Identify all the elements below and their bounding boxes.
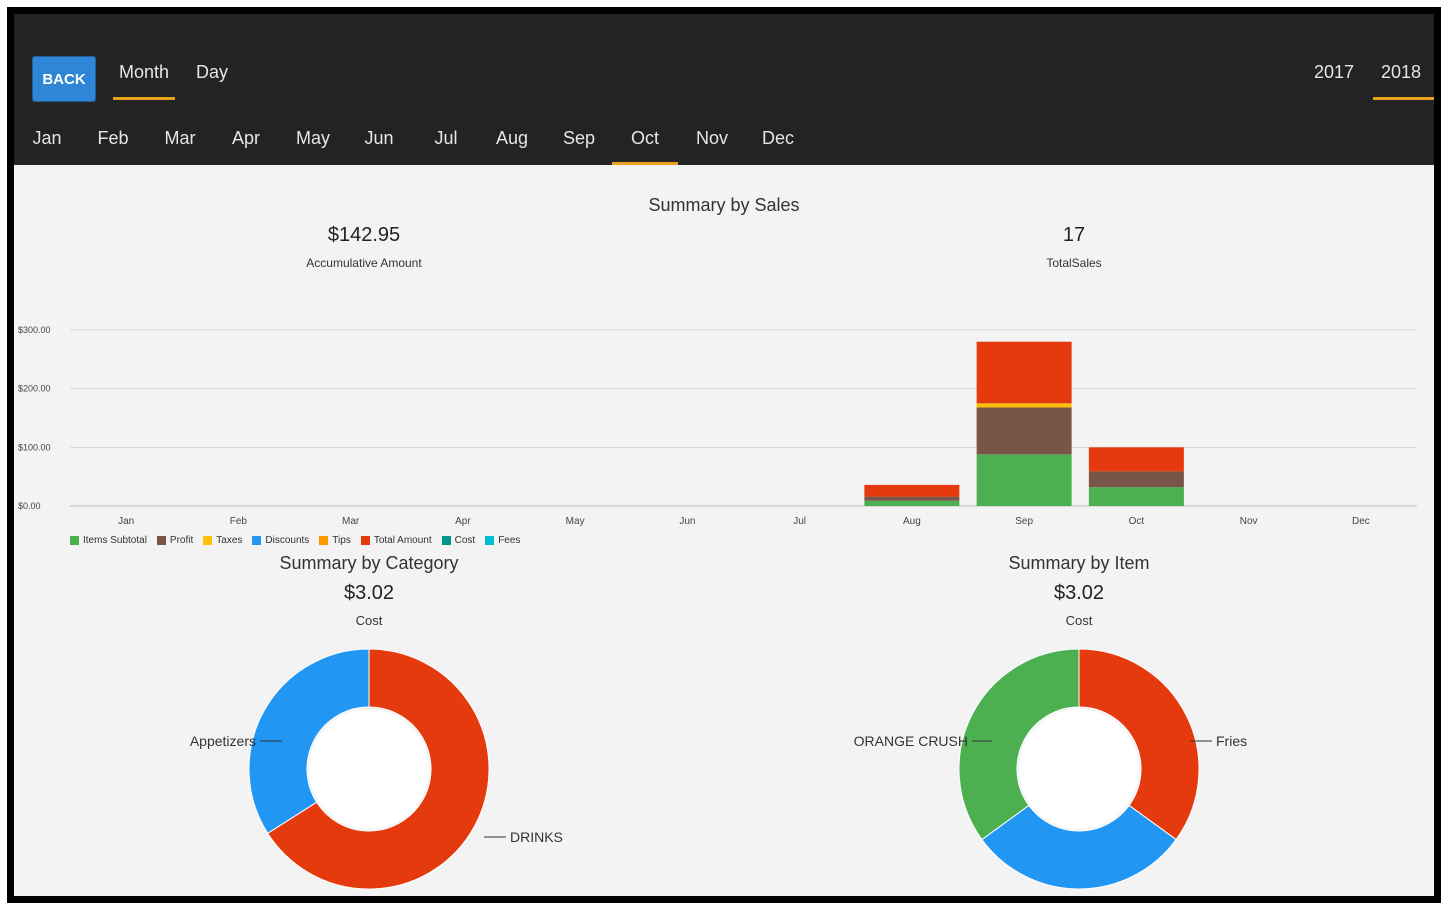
x-tick-label: May: [566, 516, 585, 527]
bar-segment-profit[interactable]: [976, 407, 1072, 455]
item-cost-label: Cost: [1065, 613, 1093, 628]
dashboard-frame: BACK Month Day 2017 2018 Jan Feb Mar Apr…: [7, 7, 1441, 903]
month-tab-mar[interactable]: Mar: [147, 128, 213, 165]
legend-label: Discounts: [265, 535, 310, 546]
total-sales-label: TotalSales: [1046, 256, 1102, 270]
month-tab-jun[interactable]: Jun: [346, 128, 412, 165]
month-tabs: Jan Feb Mar Apr May Jun Jul Aug Sep Oct …: [14, 122, 834, 165]
slice-label: Appetizers: [190, 733, 256, 749]
legend-swatch: [252, 536, 262, 545]
month-tab-jan[interactable]: Jan: [14, 128, 80, 165]
year-tab-2018[interactable]: 2018: [1372, 62, 1434, 100]
y-tick-label: $0.00: [18, 501, 41, 511]
item-donut-chart: Fries BLUE CRUSH ORANGE CRUSH: [854, 648, 1247, 903]
sales-summary-title: Summary by Sales: [648, 195, 800, 215]
bar-segment-items-subtotal[interactable]: [976, 454, 1072, 506]
legend-item[interactable]: Taxes: [203, 535, 242, 546]
accumulative-amount-value: $142.95: [327, 224, 401, 246]
x-tick-label: Aug: [903, 516, 921, 527]
bar-segment-items-subtotal[interactable]: [864, 500, 960, 506]
x-tick-label: Feb: [230, 516, 248, 527]
legend-swatch: [203, 536, 213, 545]
category-summary-title: Summary by Category: [279, 553, 459, 573]
back-button[interactable]: BACK: [33, 57, 95, 101]
slice-label: BLUE CRUSH: [972, 894, 1062, 903]
category-cost-label: Cost: [355, 613, 383, 628]
top-navigation-bar: BACK Month Day 2017 2018 Jan Feb Mar Apr…: [14, 14, 1434, 165]
legend-label: Profit: [169, 535, 194, 546]
tab-month[interactable]: Month: [112, 62, 176, 100]
item-summary-title: Summary by Item: [1008, 553, 1150, 573]
bar-segment-total-amount[interactable]: [976, 341, 1072, 404]
legend-swatch: [441, 536, 451, 545]
legend-item[interactable]: Items Subtotal: [70, 535, 147, 546]
donut-hole: [309, 709, 429, 829]
x-tick-label: Mar: [342, 516, 360, 527]
slice-label: Fries: [1216, 733, 1247, 749]
legend-label: Tips: [332, 535, 351, 546]
legend-label: Items Subtotal: [83, 535, 147, 546]
chart-legend: Items Subtotal Profit Taxes Discounts Tips To…: [70, 535, 520, 546]
month-tab-sep[interactable]: Sep: [546, 128, 612, 165]
item-cost-value: $3.02: [1053, 582, 1105, 604]
slice-label: ORANGE CRUSH: [854, 733, 968, 749]
legend-label: Total Amount: [373, 535, 432, 546]
legend-item[interactable]: Tips: [319, 535, 351, 546]
x-tick-label: Jul: [793, 516, 806, 527]
month-tab-apr[interactable]: Apr: [213, 128, 279, 165]
legend-swatch: [319, 536, 329, 545]
x-tick-label: Sep: [1015, 516, 1033, 527]
month-tab-may[interactable]: May: [280, 128, 346, 165]
legend-swatch: [70, 536, 79, 545]
x-tick-label: Oct: [1129, 516, 1145, 527]
legend-label: Cost: [454, 535, 476, 546]
legend-item[interactable]: Profit: [156, 535, 194, 546]
y-tick-label: $200.00: [18, 384, 51, 394]
donut-hole: [1019, 709, 1139, 829]
month-tab-dec[interactable]: Dec: [745, 128, 811, 165]
month-tab-jul[interactable]: Jul: [413, 128, 479, 165]
x-tick-label: Apr: [455, 516, 471, 527]
bar-segment-profit[interactable]: [864, 496, 960, 501]
legend-swatch: [360, 536, 370, 545]
legend-item[interactable]: Fees: [485, 535, 520, 546]
y-tick-label: $300.00: [18, 325, 51, 335]
category-donut-chart: DRINKS Appetizers: [190, 648, 563, 890]
y-tick-label: $100.00: [18, 442, 51, 452]
slice-label: DRINKS: [510, 829, 563, 845]
sales-bar-chart: $0.00 $100.00 $200.00 $300.00 Jan Feb Mar Apr Ma…: [18, 325, 1417, 527]
x-tick-label: Jan: [118, 516, 134, 527]
month-tab-nov[interactable]: Nov: [679, 128, 745, 165]
legend-label: Taxes: [216, 535, 243, 546]
legend-item[interactable]: Discounts: [252, 535, 309, 546]
month-tab-aug[interactable]: Aug: [479, 128, 545, 165]
bar-segment-profit[interactable]: [1088, 471, 1184, 488]
bar-segment-taxes[interactable]: [976, 403, 1072, 408]
tab-day[interactable]: Day: [196, 62, 228, 100]
year-tab-2017[interactable]: 2017: [1314, 62, 1354, 100]
legend-label: Fees: [498, 535, 521, 546]
legend-item[interactable]: Cost: [441, 535, 476, 546]
month-tab-feb[interactable]: Feb: [80, 128, 146, 165]
category-cost-value: $3.02: [343, 582, 395, 604]
legend-swatch: [156, 536, 166, 545]
month-tab-oct[interactable]: Oct: [612, 128, 678, 165]
legend-swatch: [485, 536, 495, 545]
bar-segment-total-amount[interactable]: [864, 484, 960, 497]
total-sales-value: 17: [1062, 224, 1086, 246]
bar-segment-items-subtotal[interactable]: [1088, 487, 1184, 506]
accumulative-amount-label: Accumulative Amount: [306, 256, 422, 270]
x-tick-label: Nov: [1240, 516, 1258, 527]
legend-item[interactable]: Total Amount: [360, 535, 432, 546]
bar-segment-total-amount[interactable]: [1088, 447, 1184, 472]
x-tick-label: Dec: [1352, 516, 1370, 527]
x-tick-label: Jun: [679, 516, 695, 527]
